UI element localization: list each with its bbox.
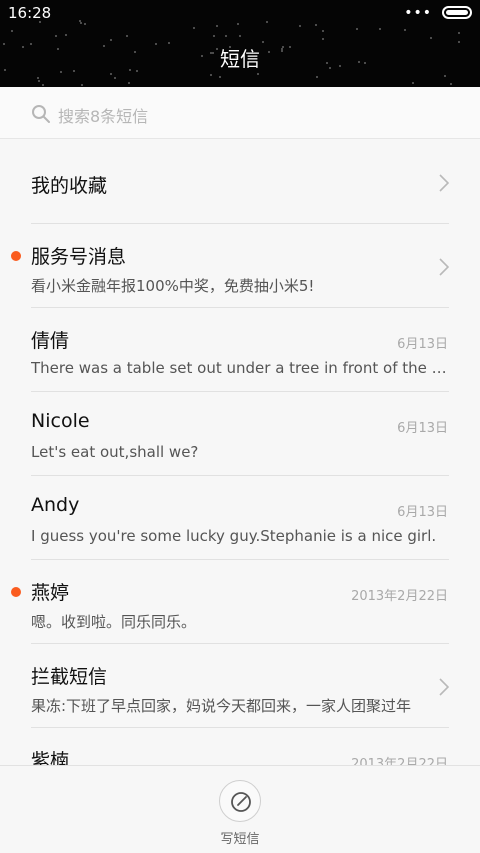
conversation-name: 我的收藏 [31,175,108,197]
compose-icon [231,792,251,812]
conversation-date: 6月13日 [397,505,448,520]
unread-dot [11,251,21,261]
header-star [114,77,116,79]
header-star [257,73,259,75]
header-star [11,30,13,32]
status-time: 16:28 [8,4,52,22]
status-icons: ••• [404,4,472,21]
conversation-item-andy[interactable]: Andy 6月13日 I guess you're some lucky guy… [0,476,480,560]
conversation-date: 6月13日 [397,421,448,436]
compose-label: 写短信 [220,832,260,847]
conversation-name: 拦截短信 [31,666,108,688]
header-star [430,37,432,39]
conversation-date: 6月13日 [397,337,448,352]
conversation-item-nicole[interactable]: Nicole 6月13日 Let's eat out,shall we? [0,392,480,476]
header-star [237,23,239,25]
conversation-name: 倩倩 [31,330,70,352]
chevron-right-icon [439,678,449,696]
header-star [193,27,195,29]
header-star [128,82,130,84]
conversation-name: 紫楠 [31,750,70,765]
conversation-name: Nicole [31,410,90,432]
unread-dot [11,587,21,597]
header-star [444,75,446,77]
header-star [110,39,112,41]
conversation-item-service[interactable]: 服务号消息 看小米金融年报100%中奖，免费抽小米5! [0,224,480,308]
app-header: 16:28 ••• 短信 [0,0,480,87]
header-star [316,76,318,78]
search-icon [32,105,50,123]
header-star [404,29,406,31]
chevron-right-icon [439,174,449,192]
conversation-preview: 看小米金融年报100%中奖，免费抽小米5! [31,277,315,295]
header-star [42,84,44,86]
header-star [322,38,324,40]
header-star [65,34,67,36]
header-star [379,28,381,30]
header-star [79,20,81,22]
header-star [322,30,324,32]
header-star [84,23,86,25]
page-title: 短信 [220,47,260,71]
conversation-item-blocked[interactable]: 拦截短信 果冻:下班了早点回家，妈说今天都回来，一家人团聚过年 [0,644,480,728]
header-star [213,35,215,37]
header-star [225,35,227,37]
conversation-item-favorites[interactable]: 我的收藏 [0,140,480,224]
header-star [81,84,83,86]
conversation-preview: There was a table set out under a tree i… [31,359,447,377]
search-input[interactable]: 搜索8条短信 [58,103,148,127]
header-star [126,35,128,37]
conversation-list[interactable]: 我的收藏 服务号消息 看小米金融年报100%中奖，免费抽小米5! 倩倩 6月13… [0,140,480,765]
chevron-right-icon [439,258,449,276]
bottom-bar: 写短信 [0,765,480,853]
conversation-preview: 嗯。收到啦。同乐同乐。 [31,613,197,631]
conversation-name: 服务号消息 [31,246,127,268]
header-star [210,74,212,76]
header-star [80,22,82,24]
header-star [37,77,39,79]
header-star [110,73,112,75]
conversation-date: 2013年2月22日 [351,589,448,604]
header-star [412,82,414,84]
compose-button[interactable] [219,780,261,822]
conversation-preview: Let's eat out,shall we? [31,443,199,461]
header-star [450,83,452,85]
conversation-preview: 果冻:下班了早点回家，妈说今天都回来，一家人团聚过年 [31,697,412,715]
conversation-name: 燕婷 [31,582,70,604]
header-star [315,24,317,26]
header-star [219,76,221,78]
header-star [55,35,57,37]
conversation-date: 2013年2月22日 [351,757,448,765]
header-star [239,35,241,37]
conversation-preview: I guess you're some lucky guy.Stephanie … [31,527,437,545]
header-star [458,32,460,34]
more-dots-icon: ••• [404,4,432,21]
conversation-name: Andy [31,494,80,516]
header-star [299,25,301,27]
conversation-item-yanting[interactable]: 燕婷 2013年2月22日 嗯。收到啦。同乐同乐。 [0,560,480,644]
header-star [216,25,218,27]
header-star [266,21,268,23]
conversation-item-qianqian[interactable]: 倩倩 6月13日 There was a table set out under… [0,308,480,392]
header-star [356,28,358,30]
conversation-item-zinan[interactable]: 紫楠 2013年2月22日 [0,728,480,765]
battery-icon [442,6,472,19]
header-star [38,80,40,82]
